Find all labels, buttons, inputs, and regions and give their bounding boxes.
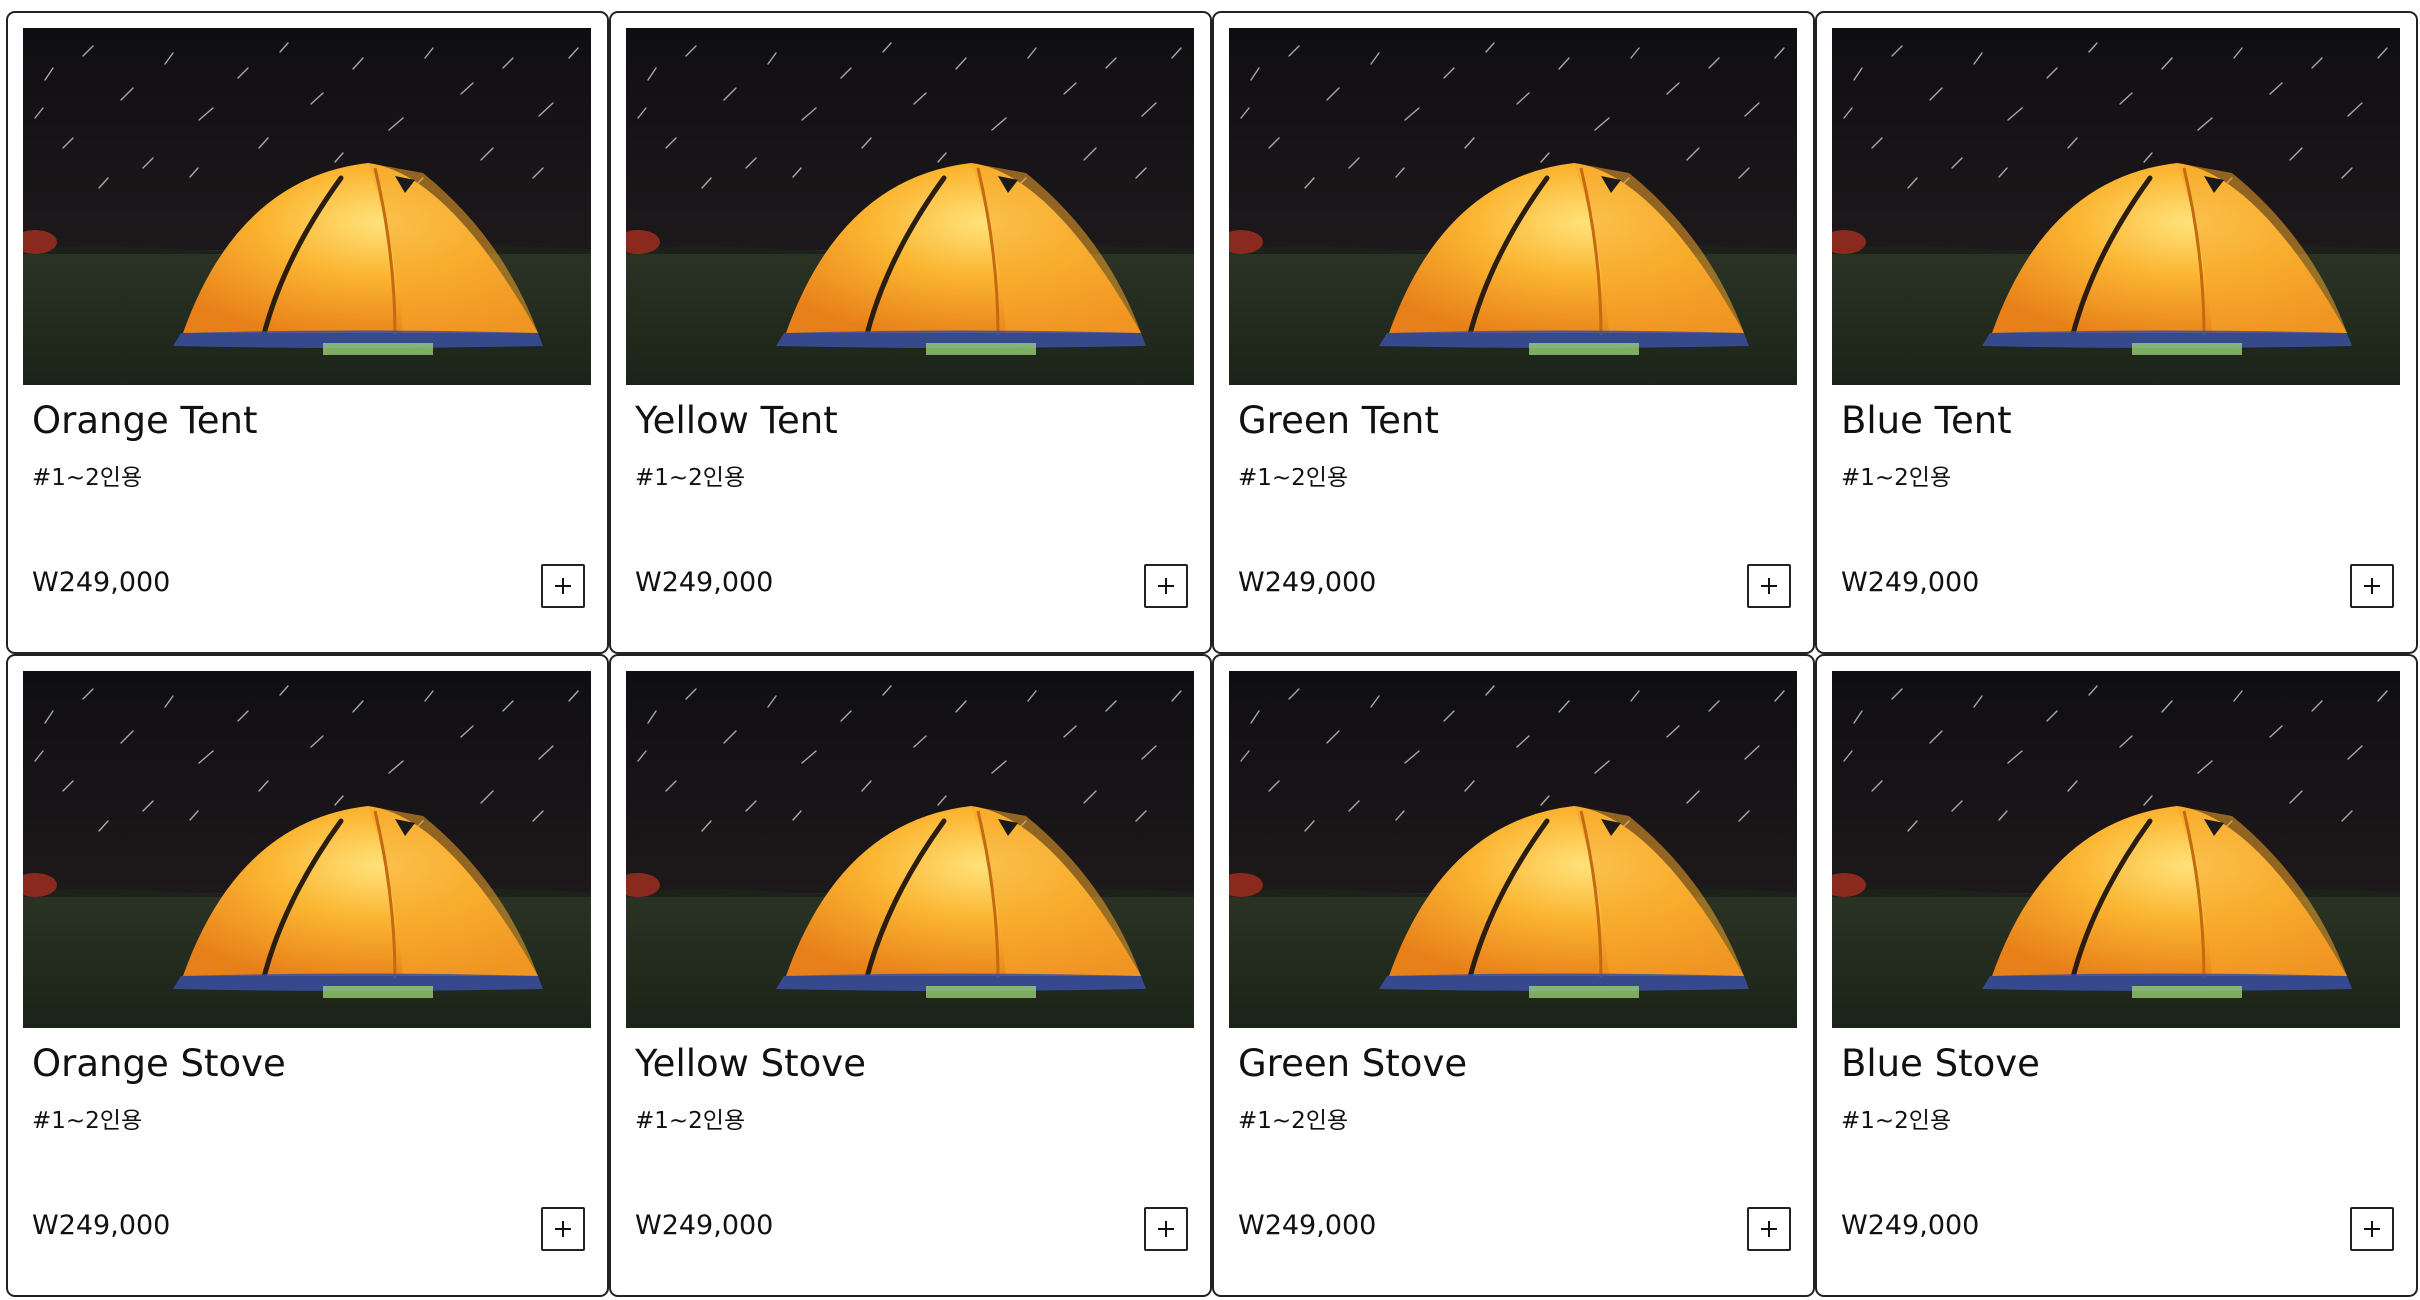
product-price: W249,000: [32, 1210, 171, 1241]
product-image[interactable]: [1229, 28, 1797, 385]
product-price: W249,000: [635, 1210, 774, 1241]
product-name[interactable]: Yellow Stove: [635, 1043, 866, 1085]
add-to-cart-button[interactable]: [541, 1207, 585, 1251]
product-name[interactable]: Green Stove: [1238, 1043, 1467, 1085]
product-name[interactable]: Blue Stove: [1841, 1043, 2040, 1085]
product-card[interactable]: Green Stove #1~2인용 W249,000: [1212, 654, 1815, 1297]
product-image[interactable]: [1832, 28, 2400, 385]
product-image[interactable]: [626, 671, 1194, 1028]
product-card[interactable]: Yellow Tent #1~2인용 W249,000: [609, 11, 1212, 654]
plus-icon: [555, 578, 571, 594]
product-name[interactable]: Green Tent: [1238, 400, 1439, 442]
product-name[interactable]: Yellow Tent: [635, 400, 838, 442]
product-card[interactable]: Orange Tent #1~2인용 W249,000: [6, 11, 609, 654]
product-tag: #1~2인용: [1841, 1108, 1952, 1134]
product-tag: #1~2인용: [32, 465, 143, 491]
product-price: W249,000: [1238, 567, 1377, 598]
product-name[interactable]: Orange Tent: [32, 400, 258, 442]
plus-icon: [1158, 578, 1174, 594]
plus-icon: [1158, 1221, 1174, 1237]
product-price: W249,000: [1841, 567, 1980, 598]
add-to-cart-button[interactable]: [541, 564, 585, 608]
product-name[interactable]: Blue Tent: [1841, 400, 2012, 442]
product-tag: #1~2인용: [1841, 465, 1952, 491]
plus-icon: [555, 1221, 571, 1237]
product-image[interactable]: [1229, 671, 1797, 1028]
product-image[interactable]: [1832, 671, 2400, 1028]
product-price: W249,000: [1841, 1210, 1980, 1241]
product-card[interactable]: Orange Stove #1~2인용 W249,000: [6, 654, 609, 1297]
product-card[interactable]: Yellow Stove #1~2인용 W249,000: [609, 654, 1212, 1297]
plus-icon: [2364, 578, 2380, 594]
product-image[interactable]: [23, 671, 591, 1028]
product-price: W249,000: [32, 567, 171, 598]
add-to-cart-button[interactable]: [1747, 564, 1791, 608]
product-tag: #1~2인용: [635, 465, 746, 491]
product-grid: Orange Tent #1~2인용 W249,000 Yellow Tent …: [6, 11, 2418, 1297]
product-tag: #1~2인용: [1238, 465, 1349, 491]
product-price: W249,000: [635, 567, 774, 598]
product-image[interactable]: [626, 28, 1194, 385]
add-to-cart-button[interactable]: [1747, 1207, 1791, 1251]
product-tag: #1~2인용: [32, 1108, 143, 1134]
product-tag: #1~2인용: [1238, 1108, 1349, 1134]
product-card[interactable]: Blue Stove #1~2인용 W249,000: [1815, 654, 2418, 1297]
product-card[interactable]: Blue Tent #1~2인용 W249,000: [1815, 11, 2418, 654]
product-tag: #1~2인용: [635, 1108, 746, 1134]
product-name[interactable]: Orange Stove: [32, 1043, 286, 1085]
product-price: W249,000: [1238, 1210, 1377, 1241]
add-to-cart-button[interactable]: [2350, 564, 2394, 608]
plus-icon: [2364, 1221, 2380, 1237]
product-image[interactable]: [23, 28, 591, 385]
plus-icon: [1761, 578, 1777, 594]
add-to-cart-button[interactable]: [1144, 564, 1188, 608]
add-to-cart-button[interactable]: [2350, 1207, 2394, 1251]
product-card[interactable]: Green Tent #1~2인용 W249,000: [1212, 11, 1815, 654]
plus-icon: [1761, 1221, 1777, 1237]
add-to-cart-button[interactable]: [1144, 1207, 1188, 1251]
